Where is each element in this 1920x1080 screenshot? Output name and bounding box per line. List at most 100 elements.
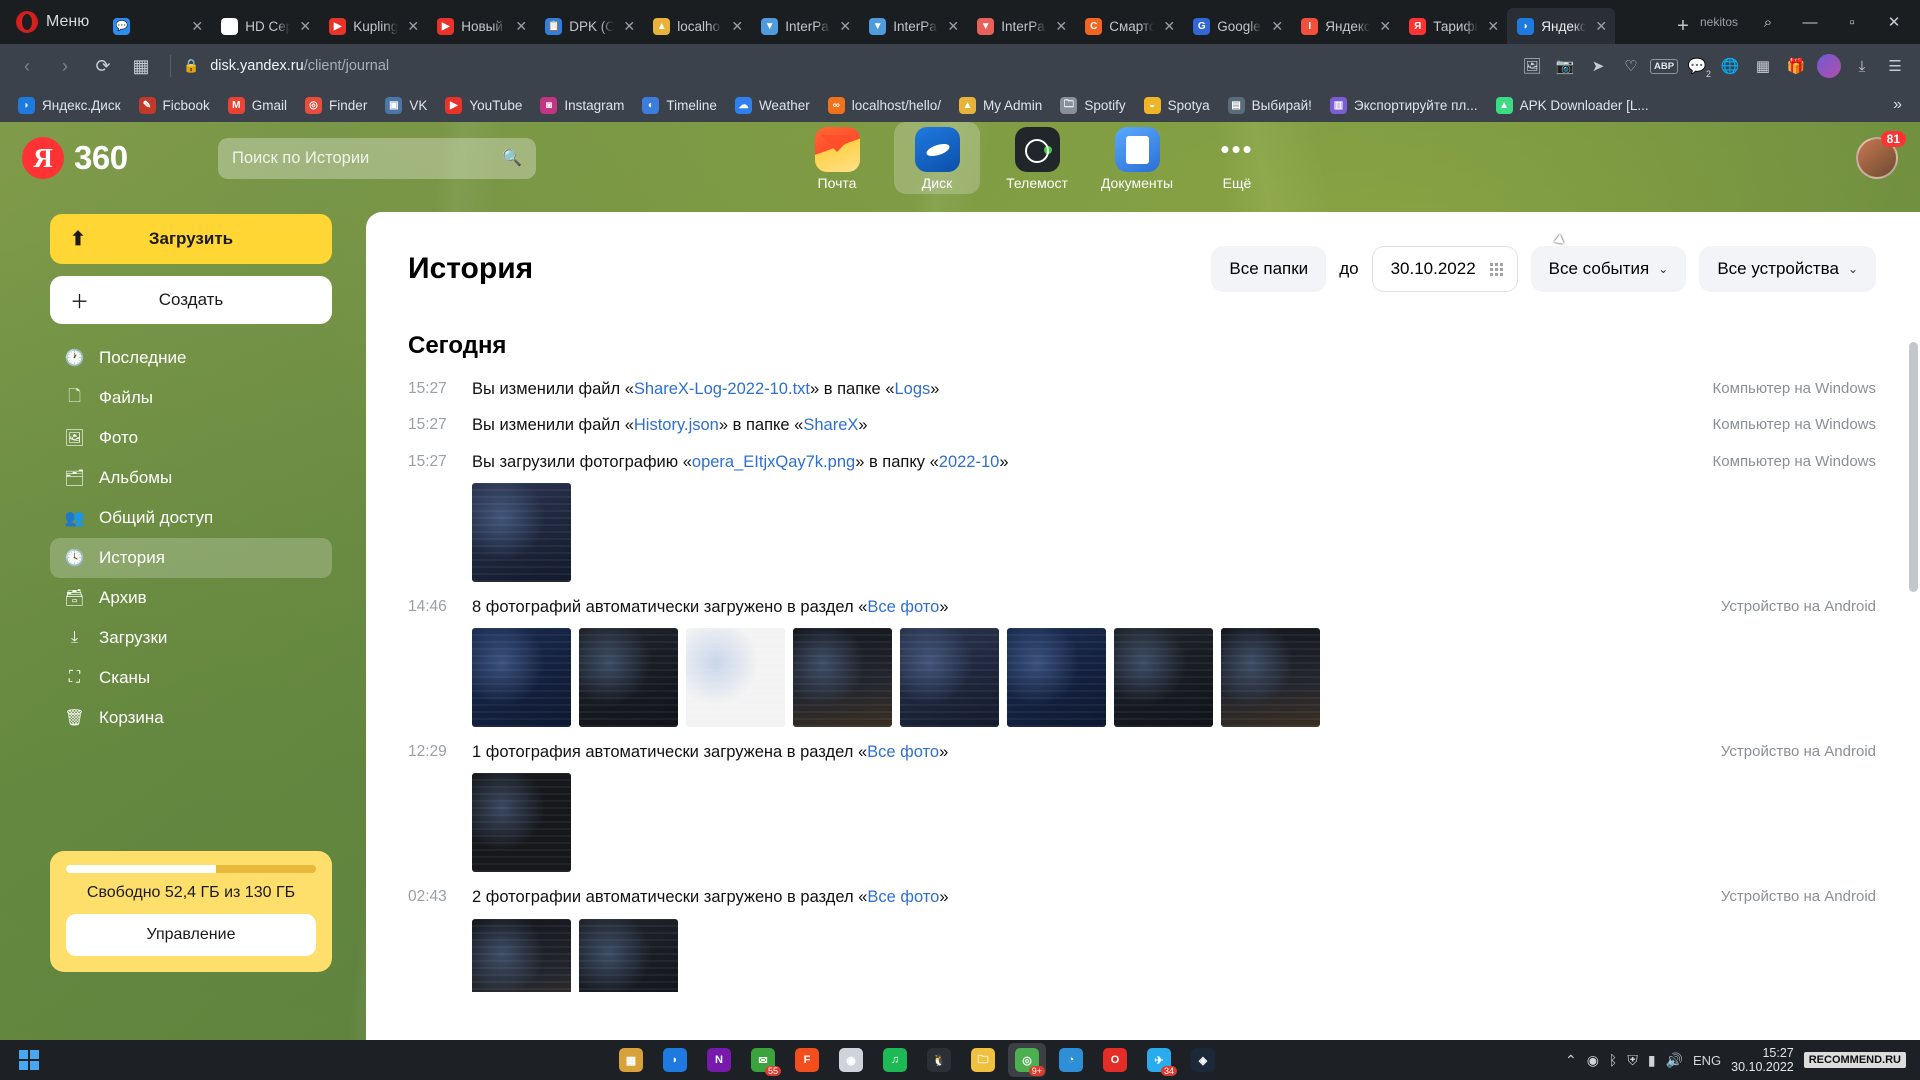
sidebar-item-4[interactable]: 👥 Общий доступ <box>50 498 332 538</box>
thumbnail[interactable] <box>1114 628 1213 728</box>
maximize-button[interactable]: ▫ <box>1832 6 1872 38</box>
taskbar-app[interactable]: ◗ <box>656 1043 694 1077</box>
taskbar-app[interactable]: ▦ <box>612 1043 650 1077</box>
taskbar-app[interactable]: ◉ <box>832 1043 870 1077</box>
service-телемост[interactable]: Телемост <box>994 122 1080 194</box>
taskbar-app[interactable]: 🐧 <box>920 1043 958 1077</box>
sidebar-item-0[interactable]: 🕐 Последние <box>50 338 332 378</box>
messenger-icon[interactable]: 💬 2 <box>1682 51 1712 81</box>
close-icon[interactable]: ✕ <box>621 18 637 35</box>
new-tab-button[interactable]: + <box>1666 8 1700 44</box>
event-link[interactable]: History.json <box>634 416 719 434</box>
browser-tab[interactable]: HD HD Сериал ✕ <box>211 8 319 44</box>
create-button[interactable]: ＋ Создать <box>50 276 332 324</box>
service-документы[interactable]: Документы <box>1094 122 1180 194</box>
bookmark-item[interactable]: ▣ VK <box>377 94 435 117</box>
upload-button[interactable]: ⬆ Загрузить <box>50 214 332 264</box>
close-icon[interactable]: ✕ <box>1161 18 1177 35</box>
thumbnail[interactable] <box>579 918 678 992</box>
bookmark-item[interactable]: ▲ My Admin <box>951 94 1050 117</box>
all-devices-filter[interactable]: Все устройства ⌄ <box>1699 246 1876 292</box>
opera-menu-button[interactable]: Меню <box>0 0 103 44</box>
event-link[interactable]: ShareX <box>803 416 858 434</box>
menu-icon[interactable]: ☰ <box>1880 51 1910 81</box>
taskbar-app[interactable]: ◎ 9+ <box>1008 1043 1046 1077</box>
clock[interactable]: 15:27 30.10.2022 <box>1731 1046 1794 1075</box>
date-filter-input[interactable]: 30.10.2022 <box>1371 246 1518 292</box>
thumbnail[interactable] <box>472 482 571 582</box>
thumbnail[interactable] <box>579 628 678 728</box>
sidebar-item-1[interactable]: 🗋 Файлы <box>50 378 332 418</box>
browser-tab[interactable]: ◗ Яндекс ✕ <box>1507 8 1616 44</box>
antivirus-icon[interactable]: ◉ <box>1587 1052 1599 1069</box>
thumbnail[interactable] <box>686 628 785 728</box>
thumbnail[interactable] <box>472 628 571 728</box>
bookmark-item[interactable]: ◗ Яндекс.Диск <box>10 94 129 117</box>
service-почта[interactable]: Почта <box>794 122 880 194</box>
speed-dial-icon[interactable]: ▦ <box>124 51 158 81</box>
search-input[interactable] <box>232 148 503 168</box>
browser-tab[interactable]: Я Тарифы ✕ <box>1399 8 1507 44</box>
bookmark-item[interactable]: ◒ Spotya <box>1136 94 1218 117</box>
sidebar-item-5[interactable]: 🕓 История <box>50 538 332 578</box>
thumbnail[interactable] <box>900 628 999 728</box>
taskbar-app[interactable]: O <box>1096 1043 1134 1077</box>
taskbar-app[interactable]: ◔ <box>1052 1043 1090 1077</box>
minimize-button[interactable]: — <box>1790 6 1830 38</box>
taskbar-app[interactable]: ♫ <box>876 1043 914 1077</box>
volume-icon[interactable]: 🔊 <box>1666 1052 1683 1069</box>
taskbar-app[interactable]: ◈ <box>1184 1043 1222 1077</box>
thumbnail[interactable] <box>1007 628 1106 728</box>
sidebar-item-8[interactable]: ⛶ Сканы <box>50 658 332 698</box>
picture-icon[interactable]: 🖼 <box>1517 51 1547 81</box>
close-icon[interactable]: ✕ <box>1485 18 1501 35</box>
sidebar-item-9[interactable]: 🗑 Корзина <box>50 698 332 738</box>
bookmark-item[interactable]: ◙ Instagram <box>532 94 632 117</box>
bookmark-item[interactable]: 🗀 Spotify <box>1052 94 1133 117</box>
taskbar-app[interactable]: N <box>700 1043 738 1077</box>
bookmarks-overflow-button[interactable]: » <box>1885 96 1910 114</box>
thumbnail[interactable] <box>472 773 571 873</box>
thumbnail[interactable] <box>1221 628 1320 728</box>
browser-tab[interactable]: ▶ Новый ✕ <box>427 8 535 44</box>
search-box[interactable]: 🔍 <box>218 137 536 179</box>
chevron-up-icon[interactable]: ⌃ <box>1565 1052 1577 1069</box>
network-icon[interactable]: ▮ <box>1648 1052 1656 1069</box>
browser-tab[interactable]: G Google ✕ <box>1183 8 1291 44</box>
yandex-360-logo[interactable]: Я 360 <box>22 137 208 179</box>
browser-tab[interactable]: ▼ InterPa ✕ <box>859 8 967 44</box>
event-link[interactable]: 2022-10 <box>939 453 1000 471</box>
forward-icon[interactable]: › <box>48 51 82 81</box>
all-events-filter[interactable]: Все события ⌄ <box>1530 246 1687 292</box>
browser-tab[interactable]: 💬 ✕ <box>103 8 211 44</box>
event-link[interactable]: Все фото <box>867 743 939 761</box>
thumbnail[interactable] <box>793 628 892 728</box>
send-icon[interactable]: ➤ <box>1583 51 1613 81</box>
search-icon[interactable]: ⌕ <box>1748 6 1788 38</box>
all-folders-filter[interactable]: Все папки <box>1211 246 1327 292</box>
event-link[interactable]: Все фото <box>867 598 939 616</box>
event-link[interactable]: Все фото <box>867 888 939 906</box>
close-icon[interactable]: ✕ <box>405 18 421 35</box>
browser-tab[interactable]: ▼ InterPa ✕ <box>967 8 1075 44</box>
browser-tab[interactable]: ▲ localho ✕ <box>643 8 751 44</box>
browser-tab[interactable]: ▶ Kupling ✕ <box>319 8 427 44</box>
sidebar-item-2[interactable]: 🖼 Фото <box>50 418 332 458</box>
sidebar-item-6[interactable]: 🗃 Архив <box>50 578 332 618</box>
taskbar-app[interactable]: ✉ 55 <box>744 1043 782 1077</box>
browser-tab[interactable]: C Смарто ✕ <box>1075 8 1183 44</box>
taskbar-app[interactable]: ✈ 34 <box>1140 1043 1178 1077</box>
globe-icon[interactable]: 🌐 <box>1715 51 1745 81</box>
shield-icon[interactable]: ⛨ <box>1627 1052 1638 1069</box>
bookmark-item[interactable]: ▶ YouTube <box>437 94 530 117</box>
taskbar-app[interactable]: 🗀 <box>964 1043 1002 1077</box>
bookmark-item[interactable]: M Gmail <box>220 94 295 117</box>
browser-tab[interactable]: I Яндекс ✕ <box>1291 8 1399 44</box>
abp-badge-icon[interactable]: ABP <box>1649 51 1679 81</box>
bookmark-item[interactable]: ∞ localhost/hello/ <box>820 94 949 117</box>
close-icon[interactable]: ✕ <box>1053 18 1069 35</box>
back-icon[interactable]: ‹ <box>10 51 44 81</box>
close-icon[interactable]: ✕ <box>1269 18 1285 35</box>
browser-tab[interactable]: 📋 DPK (О ✕ <box>535 8 643 44</box>
notification-badge[interactable]: 81 <box>1880 131 1906 147</box>
